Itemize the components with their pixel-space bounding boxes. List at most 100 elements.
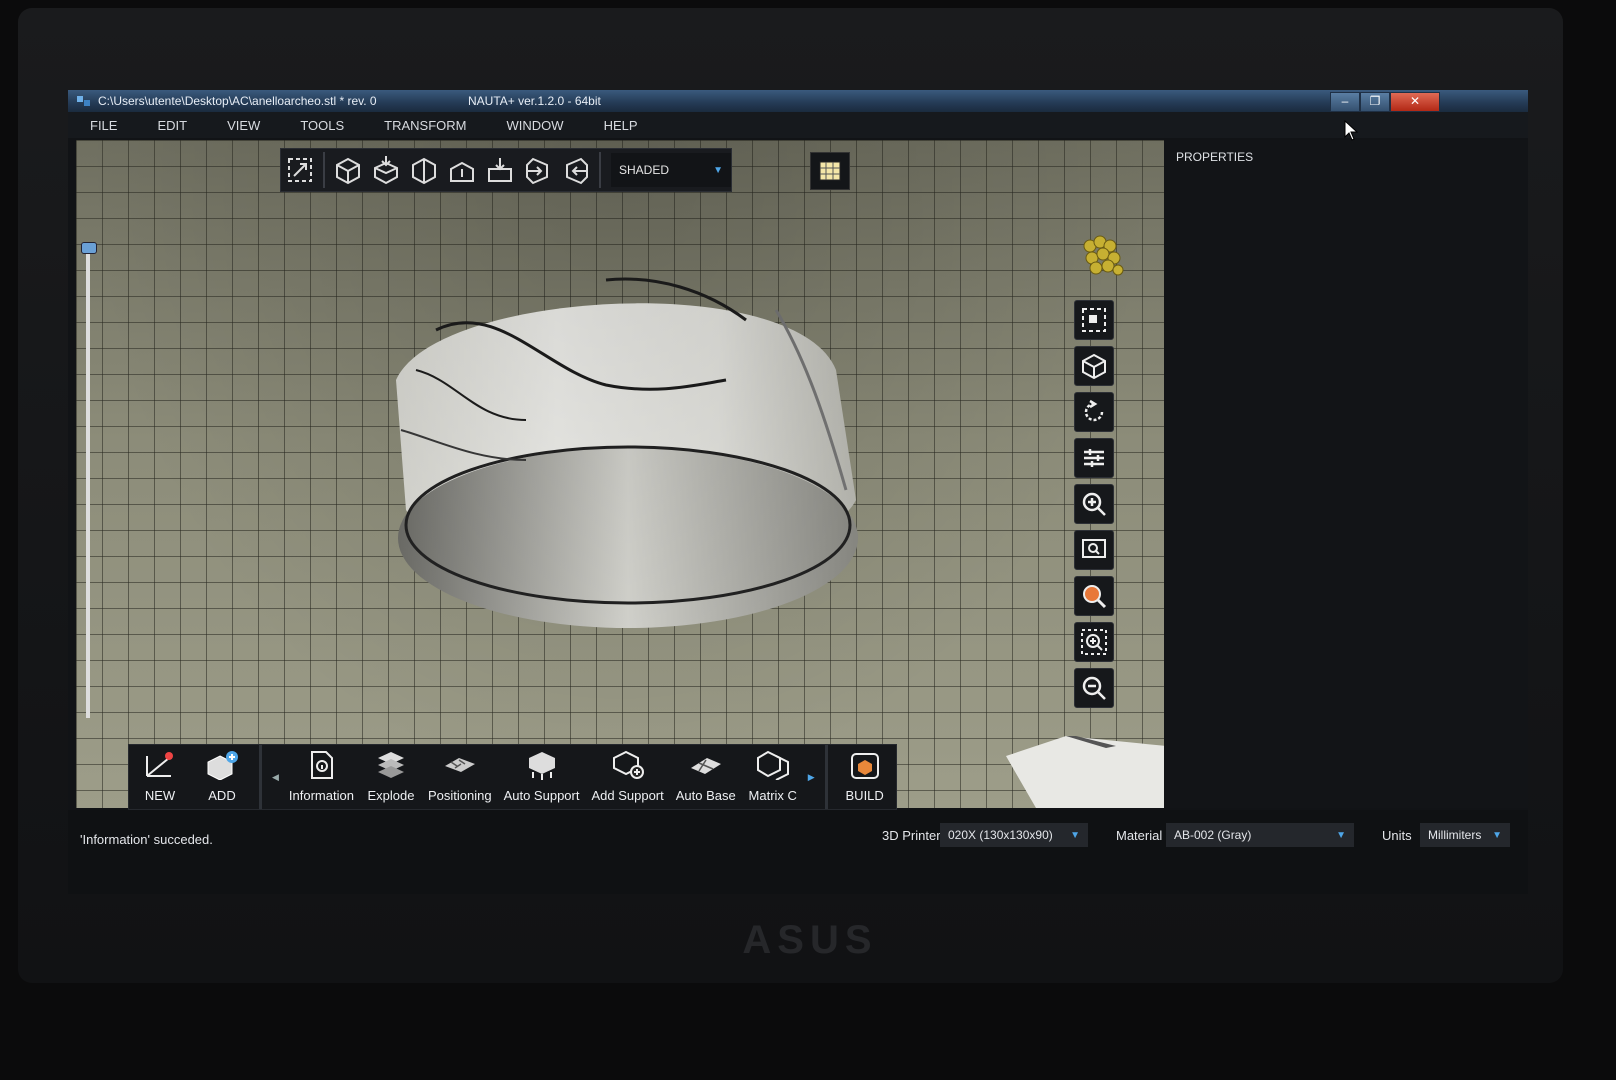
second-model[interactable] — [1006, 736, 1164, 808]
add-support-label: Add Support — [591, 788, 664, 803]
zoom-screen-icon — [1082, 539, 1106, 558]
close-button[interactable]: ✕ — [1390, 92, 1440, 112]
units-label: Units — [1382, 828, 1412, 843]
view-front-icon[interactable] — [405, 151, 443, 189]
positioning-label: Positioning — [427, 788, 492, 803]
new-project-icon — [146, 752, 173, 777]
new-button[interactable]: NEW — [129, 745, 191, 809]
grid-icon — [819, 161, 841, 181]
view-bottom-icon[interactable] — [481, 151, 519, 189]
fit-view-icon[interactable] — [281, 151, 319, 189]
matrix-copy-icon — [756, 750, 789, 780]
layer-slider[interactable] — [81, 242, 97, 718]
menu-help[interactable]: HELP — [604, 118, 638, 133]
build-label: BUILD — [845, 788, 884, 803]
menu-view[interactable]: VIEW — [227, 118, 260, 133]
align-icon — [1084, 449, 1104, 467]
toolbar-separator — [259, 745, 262, 809]
mouse-cursor-icon — [1344, 120, 1359, 141]
build-button[interactable]: BUILD — [834, 745, 896, 809]
scroll-left-icon[interactable]: ◀ — [272, 772, 279, 783]
window-app-title: NAUTA+ ver.1.2.0 - 64bit — [468, 94, 601, 108]
app-window: C:\Users\utente\Desktop\AC\anelloarcheo.… — [68, 90, 1528, 894]
properties-panel: PROPERTIES — [1164, 140, 1528, 808]
zoom-point-button[interactable] — [1074, 576, 1114, 616]
units-select[interactable]: Millimiters ▼ — [1420, 823, 1510, 847]
chevron-down-icon: ▼ — [1492, 829, 1502, 841]
positioning-icon — [444, 758, 475, 772]
explode-icon — [377, 752, 404, 778]
app-icon — [77, 96, 90, 106]
material-value: AB-002 (Gray) — [1174, 828, 1252, 842]
zoom-in-icon — [1082, 492, 1106, 516]
toolbar-separator — [599, 152, 601, 188]
auto-support-label: Auto Support — [503, 788, 580, 803]
render-mode-value: SHADED — [619, 163, 670, 177]
menu-edit[interactable]: EDIT — [157, 118, 187, 133]
units-value: Millimiters — [1428, 828, 1482, 842]
add-button[interactable]: ADD — [191, 745, 253, 809]
right-tool-column — [1074, 300, 1116, 714]
view-cube-icon[interactable] — [1078, 232, 1128, 280]
bottom-toolbar: NEW ADD ◀ Information Explode Positionin… — [128, 744, 897, 810]
rotate-icon — [1084, 399, 1104, 422]
toolbar-separator — [824, 745, 828, 809]
add-support-icon — [612, 750, 644, 779]
positioning-button[interactable]: Positioning — [422, 745, 498, 809]
matrix-copy-label: Matrix C — [748, 788, 797, 803]
ring-model[interactable] — [376, 260, 896, 640]
3d-viewport[interactable] — [76, 140, 1164, 808]
menu-bar: FILE EDIT VIEW TOOLS TRANSFORM WINDOW HE… — [68, 112, 1528, 138]
laptop-brand-logo: ASUS — [742, 918, 878, 962]
menu-transform[interactable]: TRANSFORM — [384, 118, 466, 133]
select-object-button[interactable] — [1074, 346, 1114, 386]
view-back-icon[interactable] — [443, 151, 481, 189]
properties-title: PROPERTIES — [1176, 150, 1254, 164]
new-label: NEW — [144, 788, 176, 803]
view-top-icon[interactable] — [367, 151, 405, 189]
restore-button[interactable]: ❐ — [1360, 92, 1390, 112]
printer-label: 3D Printer — [882, 828, 941, 843]
zoom-fit-button[interactable] — [1074, 530, 1114, 570]
menu-window[interactable]: WINDOW — [507, 118, 564, 133]
rotate-button[interactable] — [1074, 392, 1114, 432]
menu-file[interactable]: FILE — [90, 118, 117, 133]
layer-slider-handle[interactable] — [81, 242, 97, 254]
explode-label: Explode — [367, 788, 415, 803]
status-message: 'Information' succeded. — [80, 832, 213, 847]
add-model-icon — [207, 751, 238, 780]
window-file-path: C:\Users\utente\Desktop\AC\anelloarcheo.… — [98, 94, 377, 108]
view-toolbar: SHADED ▼ — [280, 148, 732, 192]
render-mode-select[interactable]: SHADED ▼ — [611, 153, 731, 187]
view-iso-icon[interactable] — [329, 151, 367, 189]
printer-select[interactable]: 020X (130x130x90) ▼ — [940, 823, 1088, 847]
window-controls: – ❐ ✕ — [1330, 92, 1440, 112]
align-button[interactable] — [1074, 438, 1114, 478]
explode-button[interactable]: Explode — [360, 745, 422, 809]
chevron-down-icon: ▼ — [1336, 829, 1346, 841]
view-right-icon[interactable] — [519, 151, 557, 189]
zoom-out-button[interactable] — [1074, 668, 1114, 708]
menu-tools[interactable]: TOOLS — [300, 118, 344, 133]
matrix-copy-button[interactable]: Matrix C — [742, 745, 804, 809]
zoom-window-button[interactable] — [1074, 622, 1114, 662]
select-area-icon — [1082, 308, 1106, 332]
scroll-right-icon[interactable]: ▶ — [808, 772, 815, 783]
add-support-button[interactable]: Add Support — [585, 745, 669, 809]
grid-toggle-button[interactable] — [810, 152, 850, 190]
view-left-icon[interactable] — [557, 151, 595, 189]
add-label: ADD — [208, 788, 236, 803]
chevron-down-icon: ▼ — [713, 164, 723, 176]
zoom-in-button[interactable] — [1074, 484, 1114, 524]
zoom-window-icon — [1081, 629, 1107, 655]
zoom-out-icon — [1082, 676, 1106, 700]
minimize-button[interactable]: – — [1330, 92, 1360, 112]
build-icon — [850, 753, 879, 779]
auto-base-button[interactable]: Auto Base — [670, 745, 742, 809]
auto-support-button[interactable]: Auto Support — [498, 745, 586, 809]
material-select[interactable]: AB-002 (Gray) ▼ — [1166, 823, 1354, 847]
select-area-button[interactable] — [1074, 300, 1114, 340]
material-label: Material — [1116, 828, 1163, 843]
information-button[interactable]: Information — [283, 745, 360, 809]
printer-value: 020X (130x130x90) — [948, 828, 1053, 842]
